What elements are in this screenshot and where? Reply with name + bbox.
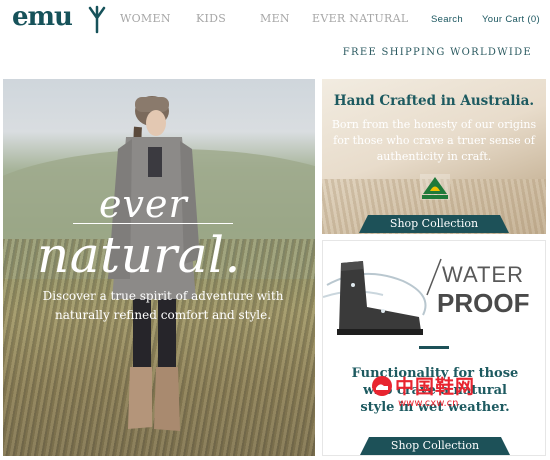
promo-australia-body: Born from the honesty of our origins for… bbox=[331, 118, 537, 163]
shop-collection-button[interactable]: Shop Collection bbox=[360, 437, 510, 455]
free-shipping-banner: FREE SHIPPING WORLDWIDE bbox=[342, 47, 532, 58]
promo-card-waterproof[interactable]: WATER PROOF Functionality for those who … bbox=[322, 240, 546, 456]
water-headline: WATER bbox=[442, 262, 524, 287]
promo-australia-title: Hand Crafted in Australia. bbox=[333, 93, 535, 109]
nav-women[interactable]: WOMEN bbox=[120, 12, 171, 25]
hero-script-natural: natural. bbox=[37, 226, 241, 284]
nav-kids[interactable]: KIDS bbox=[196, 12, 226, 25]
search-link[interactable]: Search bbox=[431, 14, 463, 25]
proof-headline: PROOF bbox=[437, 288, 530, 318]
promo-card-australia[interactable]: Hand Crafted in Australia. Born from the… bbox=[322, 79, 546, 234]
watermark-text: 中国鞋网 bbox=[395, 376, 476, 398]
hero-copy: Discover a true spirit of adventure with… bbox=[42, 289, 284, 322]
hero-script-ever: ever bbox=[99, 182, 188, 226]
shop-collection-button[interactable]: Shop Collection bbox=[359, 215, 509, 233]
australian-made-icon bbox=[420, 174, 450, 200]
site-watermark: 中国鞋网 www.cxw.cn bbox=[368, 372, 508, 422]
promo-divider bbox=[419, 346, 449, 349]
hero-ever-natural[interactable]: ever natural. Discover a true spirit of … bbox=[3, 79, 315, 456]
main-nav: WOMEN KIDS MEN EVER NATURAL Search Your … bbox=[0, 12, 550, 28]
shoe-logo-icon bbox=[372, 376, 392, 396]
nav-men[interactable]: MEN bbox=[260, 12, 290, 25]
watermark-url: www.cxw.cn bbox=[398, 398, 459, 409]
cart-link[interactable]: Your Cart (0) bbox=[482, 14, 540, 25]
nav-ever-natural[interactable]: EVER NATURAL bbox=[312, 12, 409, 25]
